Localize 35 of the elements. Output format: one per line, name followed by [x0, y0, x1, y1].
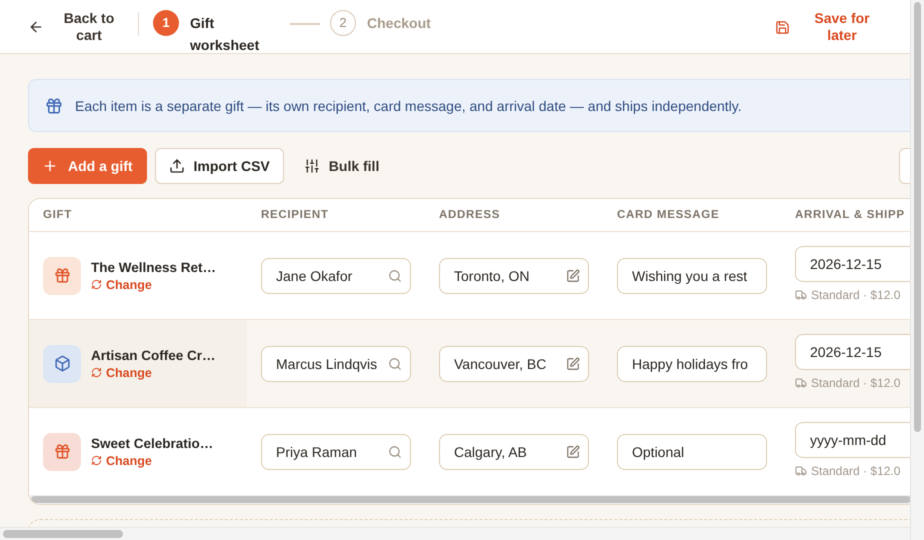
change-link[interactable]: Change — [91, 278, 216, 292]
import-csv-button[interactable]: Import CSV — [154, 148, 284, 184]
card-message-field[interactable]: Optional — [617, 434, 767, 470]
column-header: ADDRESS — [438, 209, 502, 221]
address-field[interactable]: Toronto, ON — [439, 258, 589, 294]
change-link[interactable]: Change — [91, 454, 214, 468]
card-message-field[interactable]: Happy holidays fro — [617, 346, 767, 382]
recipient-field[interactable]: Jane Okafor — [261, 258, 411, 294]
column-header: CARD MESSAGE — [616, 209, 720, 221]
back-to-cart-button[interactable]: Back to cart — [28, 10, 128, 44]
shipping-info: Standard · $12.0 — [795, 288, 910, 302]
shipping-info: Standard · $12.0 — [795, 376, 910, 390]
gift-name: Artisan Coffee Cr… — [91, 348, 216, 362]
step-number: 1 — [153, 10, 179, 36]
gift-name: The Wellness Ret… — [91, 260, 216, 274]
recipient-field[interactable]: Priya Raman — [261, 434, 411, 470]
column-header: GIFT — [42, 209, 73, 221]
step-label: Gift worksheet — [190, 14, 260, 55]
shipping-info: Standard · $12.0 — [795, 464, 910, 478]
change-link[interactable]: Change — [91, 366, 216, 380]
save-for-later-button[interactable]: Save for later — [775, 10, 872, 44]
address-field[interactable]: Vancouver, BC — [439, 346, 589, 382]
arrival-date-field[interactable]: 2026-12-15 — [795, 246, 910, 282]
step-number: 2 — [330, 10, 356, 36]
bulk-fill-button[interactable]: Bulk fill — [292, 148, 392, 184]
card-message-field[interactable]: Wishing you a rest — [617, 258, 767, 294]
banner-text: Each item is a separate gift — its own recipient, card message, and arrival date — and ships independently. — [75, 98, 742, 114]
recipient-field[interactable]: Marcus Lindqvis — [261, 346, 411, 382]
arrival-date-field[interactable]: 2026-12-15 — [795, 334, 910, 370]
column-header: ARRIVAL & SHIPP — [794, 209, 906, 221]
address-field[interactable]: Calgary, AB — [439, 434, 589, 470]
arrival-date-field[interactable]: yyyy-mm-dd — [795, 422, 910, 458]
gift-name: Sweet Celebratio… — [91, 436, 214, 450]
column-header: RECIPIENT — [260, 209, 330, 221]
step-label: Checkout — [367, 14, 432, 33]
